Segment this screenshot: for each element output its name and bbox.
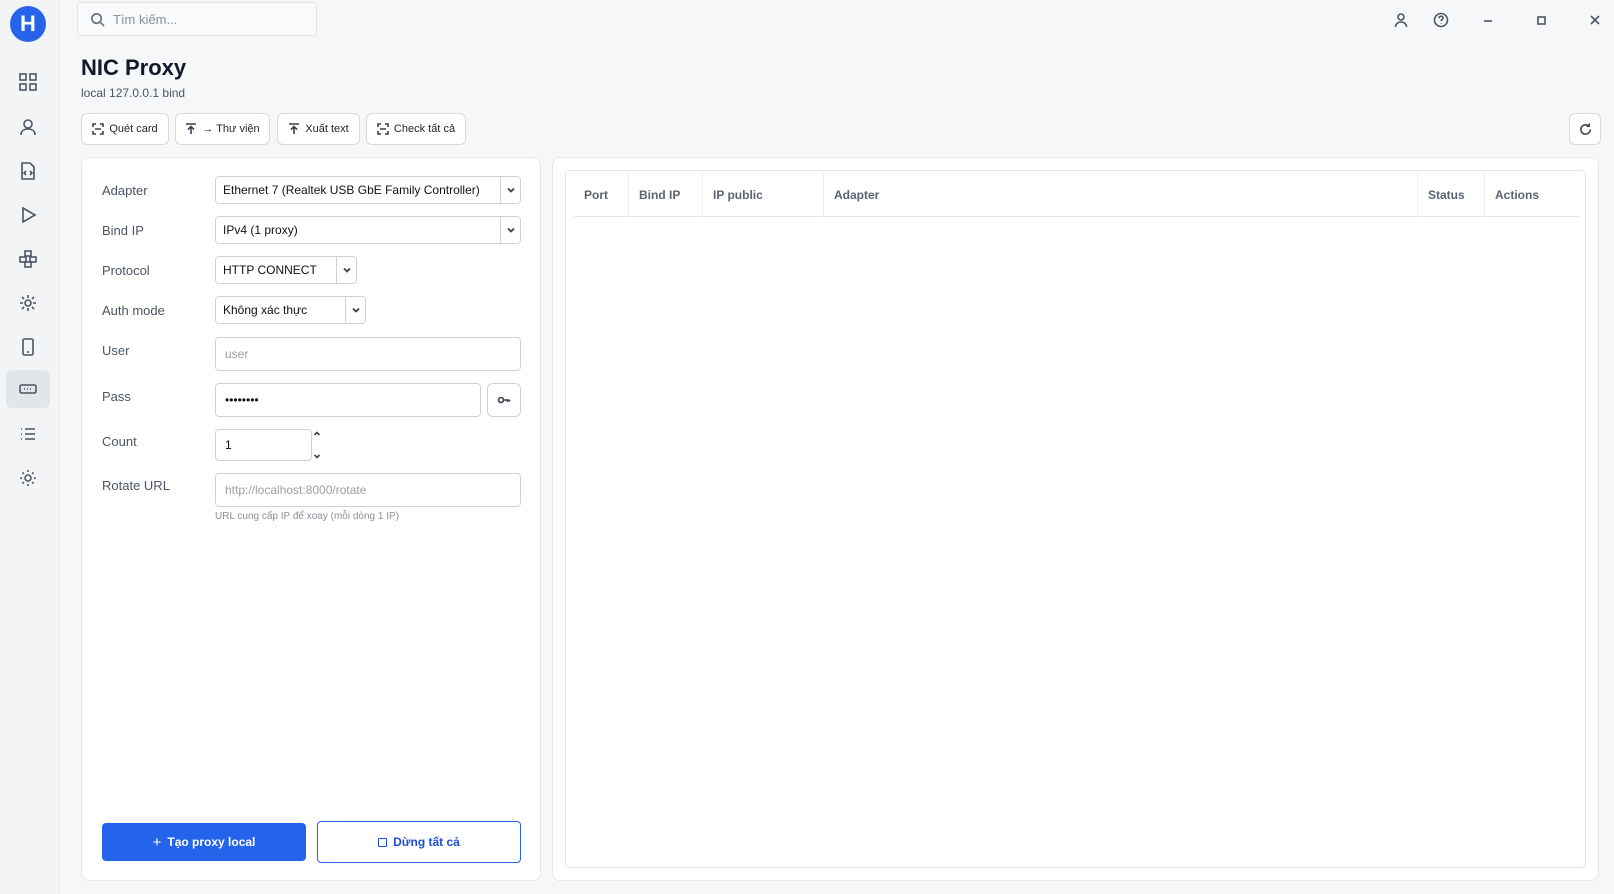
- count-stepper[interactable]: [310, 430, 324, 460]
- list-icon: [21, 428, 35, 440]
- scan-card-label: Quét card: [109, 123, 158, 135]
- check-all-button[interactable]: Check tất cả: [366, 113, 466, 145]
- sidebar-item-dashboard[interactable]: [6, 63, 50, 101]
- export-text-button[interactable]: Xuất text: [277, 113, 360, 145]
- search-input[interactable]: [113, 11, 303, 27]
- play-icon: [22, 206, 37, 224]
- help-button[interactable]: [1429, 8, 1453, 32]
- sun-icon: [20, 295, 36, 311]
- minimize-icon: [1484, 20, 1492, 22]
- chevron-down-icon: [336, 257, 356, 283]
- search-box[interactable]: [77, 2, 317, 36]
- close-button[interactable]: [1583, 8, 1607, 32]
- sidebar-item-list[interactable]: [6, 415, 50, 453]
- refresh-icon: [1579, 122, 1591, 135]
- nic-card-icon: [19, 384, 37, 394]
- code-file-icon: [21, 162, 35, 180]
- sidebar-item-devices[interactable]: [6, 328, 50, 366]
- adapter-select[interactable]: Ethernet 7 (Realtek USB GbE Family Contr…: [215, 176, 521, 204]
- sidebar-item-network[interactable]: [6, 240, 50, 278]
- count-label: Count: [102, 434, 137, 449]
- sidebar: H: [0, 0, 60, 894]
- library-label: → Thư viện: [202, 123, 260, 135]
- column-header-status[interactable]: Status: [1418, 173, 1485, 217]
- bind-ip-label: Bind IP: [102, 223, 144, 238]
- chevron-down-icon: [500, 217, 520, 243]
- user-input[interactable]: [215, 337, 521, 371]
- user-label: User: [102, 343, 130, 358]
- logo-letter: H: [20, 11, 36, 36]
- upload-icon: [289, 123, 300, 134]
- create-proxy-button[interactable]: + Tạo proxy local: [102, 823, 306, 861]
- rotate-url-label: Rotate URL: [102, 478, 170, 493]
- close-icon: [1590, 15, 1600, 25]
- settings-icon: [20, 470, 36, 486]
- bind-ip-select[interactable]: IPv4 (1 proxy): [215, 216, 521, 244]
- page-subtitle: local 127.0.0.1 bind: [81, 86, 186, 100]
- stop-all-label: Dừng tất cả: [393, 835, 460, 849]
- sidebar-item-run[interactable]: [6, 196, 50, 234]
- rotate-url-input[interactable]: [215, 473, 521, 507]
- column-header-port[interactable]: Port: [574, 173, 629, 217]
- chevron-down-icon[interactable]: [313, 452, 321, 460]
- column-header-adapter[interactable]: Adapter: [824, 173, 1418, 217]
- stop-all-button[interactable]: Dừng tất cả: [317, 821, 521, 863]
- adapter-value: Ethernet 7 (Realtek USB GbE Family Contr…: [223, 183, 480, 197]
- count-input[interactable]: [215, 429, 312, 461]
- maximize-icon: [1537, 16, 1546, 25]
- phone-icon: [22, 338, 34, 356]
- proxy-form-panel: Adapter Ethernet 7 (Realtek USB GbE Fami…: [81, 157, 541, 881]
- stop-icon: [378, 837, 388, 847]
- bind-ip-value: IPv4 (1 proxy): [223, 223, 298, 237]
- minimize-button[interactable]: [1476, 8, 1500, 32]
- page-title: NIC Proxy: [81, 55, 187, 80]
- pass-label: Pass: [102, 389, 131, 404]
- protocol-value: HTTP CONNECT: [223, 263, 317, 277]
- export-text-label: Xuất text: [305, 123, 349, 135]
- key-icon: [497, 396, 511, 404]
- sidebar-item-nic-proxy[interactable]: [6, 370, 50, 408]
- chevron-down-icon: [345, 297, 365, 323]
- sidebar-item-profiles[interactable]: [6, 108, 50, 146]
- account-button[interactable]: [1389, 8, 1413, 32]
- chevron-down-icon: [500, 177, 520, 203]
- create-proxy-label: Tạo proxy local: [167, 835, 256, 849]
- sidebar-item-scripts[interactable]: [6, 152, 50, 190]
- sidebar-item-settings[interactable]: [6, 459, 50, 497]
- column-header-actions[interactable]: Actions: [1485, 173, 1579, 217]
- scan-icon: [92, 123, 105, 135]
- column-header-ip-public[interactable]: IP public: [703, 173, 824, 217]
- network-icon: [19, 250, 37, 268]
- proxy-list-panel: Port Bind IP IP public Adapter Status Ac…: [552, 157, 1599, 881]
- app-logo[interactable]: H: [10, 6, 46, 42]
- adapter-label: Adapter: [102, 183, 148, 198]
- protocol-select[interactable]: HTTP CONNECT: [215, 256, 357, 284]
- chevron-up-icon[interactable]: [313, 430, 321, 438]
- user-icon: [20, 119, 36, 136]
- dashboard-icon: [19, 73, 37, 91]
- maximize-button[interactable]: [1529, 8, 1553, 32]
- column-header-bind-ip[interactable]: Bind IP: [629, 173, 703, 217]
- help-icon: [1433, 12, 1449, 28]
- scan-card-button[interactable]: Quét card: [81, 113, 169, 145]
- protocol-label: Protocol: [102, 263, 150, 278]
- user-icon: [1394, 13, 1408, 28]
- table-header: Port Bind IP IP public Adapter Status Ac…: [574, 173, 1579, 217]
- library-button[interactable]: → Thư viện: [175, 113, 270, 145]
- sidebar-item-tools[interactable]: [6, 284, 50, 322]
- proxy-table: Port Bind IP IP public Adapter Status Ac…: [565, 170, 1586, 868]
- upload-icon: [186, 123, 197, 134]
- refresh-button[interactable]: [1569, 113, 1601, 145]
- auth-mode-value: Không xác thực: [223, 303, 308, 317]
- scan-icon: [377, 123, 389, 135]
- auth-mode-select[interactable]: Không xác thực: [215, 296, 366, 324]
- plus-icon: +: [152, 833, 162, 851]
- check-all-label: Check tất cả: [393, 123, 456, 135]
- auth-mode-label: Auth mode: [102, 303, 165, 318]
- toggle-password-button[interactable]: [487, 383, 521, 417]
- rotate-url-hint: URL cung cấp IP để xoay (mỗi dòng 1 IP): [215, 511, 399, 522]
- search-icon: [91, 12, 105, 27]
- password-input[interactable]: [215, 383, 481, 417]
